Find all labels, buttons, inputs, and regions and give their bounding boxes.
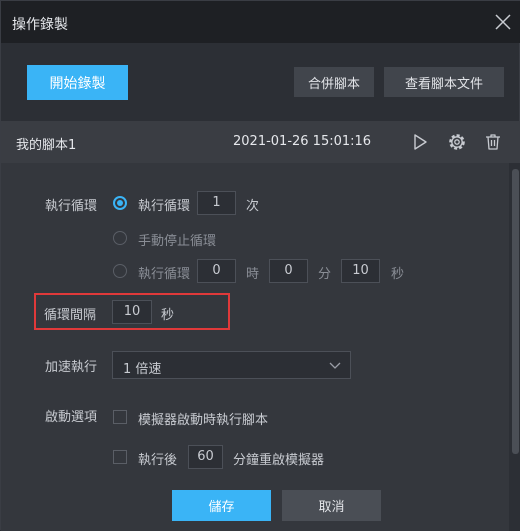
loop-hours-input[interactable]: 0: [197, 259, 236, 283]
loop-minutes-input[interactable]: 0: [269, 259, 308, 283]
settings-panel: [1, 163, 509, 531]
recording-dialog: 操作錄製 開始錄製 合併腳本 查看腳本文件 我的腳本1 2021-01-26 1…: [0, 0, 520, 531]
interval-unit: 秒: [161, 308, 175, 323]
save-button[interactable]: 儲存: [172, 490, 271, 521]
startup-label: 啟動選項: [45, 410, 98, 425]
play-icon[interactable]: [410, 132, 430, 152]
restart-prefix: 執行後: [138, 453, 178, 468]
interval-input[interactable]: 10: [112, 300, 152, 324]
restart-checkbox[interactable]: [113, 450, 127, 464]
view-script-files-button[interactable]: 查看腳本文件: [384, 67, 504, 97]
manual-stop-text: 手動停止循環: [138, 234, 217, 249]
hours-unit: 時: [246, 267, 260, 282]
script-timestamp: 2021-01-26 15:01:16: [233, 134, 372, 149]
trash-icon[interactable]: [483, 132, 503, 152]
start-recording-button[interactable]: 開始錄製: [27, 65, 128, 100]
script-row: 我的腳本1 2021-01-26 15:01:16: [1, 121, 520, 163]
run-on-start-text: 模擬器啟動時執行腳本: [138, 413, 269, 428]
loop-count-text: 執行循環: [138, 199, 191, 214]
loop-count-input[interactable]: 1: [197, 191, 236, 215]
script-name: 我的腳本1: [16, 138, 77, 153]
loop-duration-text: 執行循環: [138, 267, 191, 282]
speed-label: 加速執行: [45, 360, 98, 375]
loop-label: 執行循環: [45, 199, 98, 214]
scrollbar-thumb[interactable]: [512, 169, 519, 454]
loop-count-radio[interactable]: [113, 196, 127, 210]
interval-label: 循環間隔: [44, 308, 97, 323]
speed-select[interactable]: 1 倍速: [112, 351, 351, 379]
loop-count-unit: 次: [246, 199, 260, 214]
title-bar: 操作錄製: [1, 1, 520, 43]
gear-icon[interactable]: [447, 132, 467, 152]
speed-selected-value: 1 倍速: [123, 362, 162, 377]
chevron-down-icon: [329, 362, 341, 369]
loop-seconds-input[interactable]: 10: [341, 259, 380, 283]
manual-stop-radio[interactable]: [113, 231, 127, 245]
close-icon[interactable]: [493, 12, 513, 32]
restart-suffix: 分鐘重啟模擬器: [233, 453, 325, 468]
seconds-unit: 秒: [391, 267, 405, 282]
dialog-title: 操作錄製: [12, 17, 68, 33]
merge-scripts-button[interactable]: 合併腳本: [294, 67, 374, 97]
run-on-start-checkbox[interactable]: [113, 410, 127, 424]
restart-minutes-input[interactable]: 60: [188, 445, 223, 469]
cancel-button[interactable]: 取消: [282, 490, 381, 521]
loop-duration-radio[interactable]: [113, 264, 127, 278]
minutes-unit: 分: [318, 267, 332, 282]
